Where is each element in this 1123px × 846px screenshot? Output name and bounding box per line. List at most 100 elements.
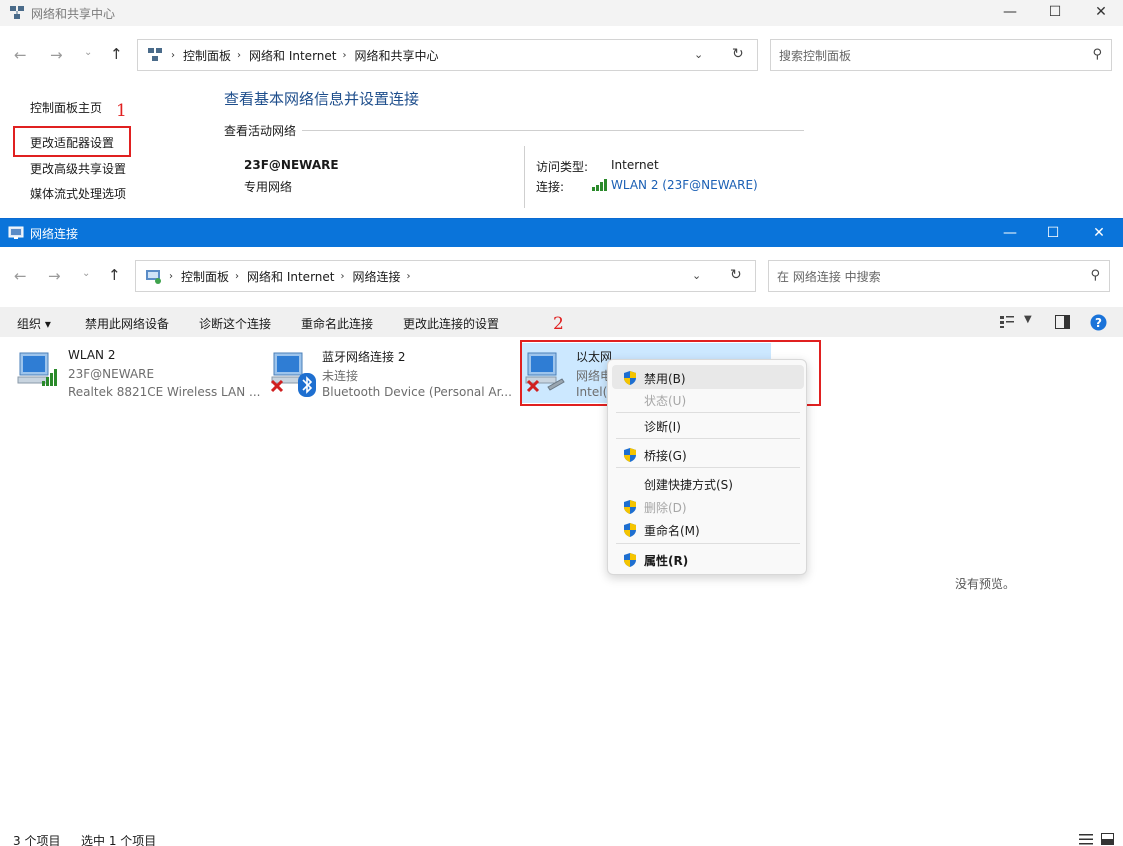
- connection-device: Realtek 8821CE Wireless LAN ...: [68, 385, 261, 399]
- minimize-button[interactable]: —: [987, 221, 1033, 245]
- breadcrumb-control-panel[interactable]: 控制面板: [183, 47, 231, 64]
- menu-separator: [616, 543, 800, 544]
- title-bar: 网络和共享中心 — ☐ ✕: [0, 0, 1123, 26]
- search-input[interactable]: 在 网络连接 中搜索 ⚲: [768, 260, 1110, 292]
- search-input[interactable]: 搜索控制面板 ⚲: [770, 39, 1112, 71]
- connection-name: WLAN 2: [68, 348, 116, 362]
- menu-separator: [616, 438, 800, 439]
- maximize-button[interactable]: ☐: [1032, 0, 1078, 24]
- connection-name: 蓝牙网络连接 2: [322, 350, 406, 364]
- svg-text:?: ?: [1095, 316, 1102, 330]
- connection-item-bluetooth[interactable]: 蓝牙网络连接 2 未连接 Bluetooth Device (Personal …: [268, 343, 518, 403]
- minimize-button[interactable]: —: [987, 0, 1033, 24]
- change-connection-settings-button[interactable]: 更改此连接的设置: [403, 315, 499, 332]
- close-button[interactable]: ✕: [1076, 221, 1122, 245]
- highlight-box-step-1: [13, 126, 131, 157]
- uac-shield-icon: [624, 523, 636, 537]
- breadcrumb-network-internet[interactable]: 网络和 Internet: [247, 268, 334, 285]
- back-arrow-icon[interactable]: ←: [14, 46, 27, 64]
- breadcrumb-network-internet[interactable]: 网络和 Internet: [249, 47, 336, 64]
- network-name: 23F@NEWARE: [244, 158, 339, 172]
- details-view-icon[interactable]: [1079, 834, 1093, 845]
- recent-locations-chevron-icon[interactable]: ⌄: [82, 268, 90, 279]
- menu-item-bridge[interactable]: 桥接(G): [612, 442, 804, 466]
- view-options-icon[interactable]: [1000, 316, 1014, 328]
- breadcrumb-separator: ›: [340, 270, 345, 282]
- address-bar[interactable]: › 控制面板 › 网络和 Internet › 网络和共享中心 ⌄ ↻: [137, 39, 758, 71]
- breadcrumb-control-panel[interactable]: 控制面板: [181, 268, 229, 285]
- forward-arrow-icon[interactable]: →: [48, 267, 61, 285]
- network-center-app-icon: [10, 6, 24, 19]
- refresh-icon[interactable]: ↻: [730, 267, 742, 283]
- diagnose-connection-button[interactable]: 诊断这个连接: [199, 315, 271, 332]
- title-bar: 网络连接 — ☐ ✕: [0, 219, 1123, 247]
- maximize-button[interactable]: ☐: [1030, 221, 1076, 245]
- menu-item-delete: 删除(D): [612, 494, 804, 518]
- no-preview-text: 没有预览。: [955, 577, 1016, 591]
- menu-item-label: 创建快捷方式(S): [644, 478, 733, 492]
- menu-item-label: 重命名(M): [644, 524, 700, 538]
- search-icon[interactable]: ⚲: [1092, 47, 1102, 62]
- preview-pane-icon[interactable]: [1055, 315, 1070, 329]
- control-panel-icon: [148, 48, 162, 61]
- breadcrumb-separator: ›: [406, 270, 411, 282]
- connection-link[interactable]: WLAN 2 (23F@NEWARE): [611, 178, 758, 192]
- menu-item-create-shortcut[interactable]: 创建快捷方式(S): [612, 471, 804, 495]
- back-arrow-icon[interactable]: ←: [14, 267, 27, 285]
- uac-shield-icon: [624, 553, 636, 567]
- network-connections-window: 网络连接 — ☐ ✕ ← → ⌄ ↑ › 控制面板 › 网络和 Internet…: [0, 218, 1123, 846]
- annotation-marker-1: 1: [116, 101, 127, 121]
- bluetooth-icon: [298, 373, 316, 397]
- sidebar-link-media-streaming[interactable]: 媒体流式处理选项: [30, 185, 126, 202]
- breadcrumb-separator: ›: [342, 49, 347, 61]
- breadcrumb-separator: ›: [237, 49, 242, 61]
- sidebar-link-advanced-sharing[interactable]: 更改高级共享设置: [30, 160, 126, 177]
- navigation-bar: ← → ⌄ ↑ › 控制面板 › 网络和 Internet › 网络和共享中心 …: [0, 34, 1123, 78]
- sidebar-link-control-panel-home[interactable]: 控制面板主页: [30, 99, 102, 116]
- address-dropdown-chevron-icon[interactable]: ⌄: [692, 269, 701, 282]
- annotation-marker-2: 2: [553, 314, 564, 334]
- view-options-chevron-icon[interactable]: ▼: [1024, 314, 1032, 325]
- window-title: 网络和共享中心: [31, 7, 116, 21]
- breadcrumb-separator: ›: [171, 49, 175, 61]
- up-arrow-icon[interactable]: ↑: [108, 266, 121, 284]
- menu-item-rename[interactable]: 重命名(M): [612, 517, 804, 541]
- disable-device-button[interactable]: 禁用此网络设备: [85, 315, 169, 332]
- menu-item-properties[interactable]: 属性(R): [612, 547, 804, 571]
- breadcrumb-network-connections[interactable]: 网络连接: [352, 268, 400, 285]
- uac-shield-icon: [624, 371, 636, 385]
- help-icon[interactable]: ?: [1090, 314, 1107, 331]
- wifi-signal-icon: [592, 179, 607, 191]
- active-networks-label: 查看活动网络: [224, 124, 297, 138]
- breadcrumb-sharing-center[interactable]: 网络和共享中心: [354, 47, 438, 64]
- section-divider: [302, 130, 804, 131]
- refresh-icon[interactable]: ↻: [732, 46, 744, 62]
- menu-item-label: 桥接(G): [644, 449, 687, 463]
- address-bar[interactable]: › 控制面板 › 网络和 Internet › 网络连接 › ⌄ ↻: [135, 260, 756, 292]
- menu-item-disable[interactable]: 禁用(B): [612, 365, 804, 389]
- uac-shield-icon: [624, 500, 636, 514]
- rename-connection-button[interactable]: 重命名此连接: [301, 315, 373, 332]
- close-button[interactable]: ✕: [1078, 0, 1123, 24]
- organize-menu-button[interactable]: 组织 ▾: [17, 315, 51, 332]
- status-item-count: 3 个项目: [13, 834, 61, 846]
- connection-status: 未连接: [322, 369, 359, 383]
- navigation-bar: ← → ⌄ ↑ › 控制面板 › 网络和 Internet › 网络连接 › ⌄…: [0, 255, 1123, 299]
- recent-locations-chevron-icon[interactable]: ⌄: [84, 47, 92, 58]
- network-sharing-center-window: 网络和共享中心 — ☐ ✕ ← → ⌄ ↑ › 控制面板 › 网络和 Inter…: [0, 0, 1123, 218]
- large-icons-view-icon[interactable]: [1101, 833, 1114, 845]
- address-dropdown-chevron-icon[interactable]: ⌄: [694, 48, 703, 61]
- menu-item-diagnose[interactable]: 诊断(I): [612, 413, 804, 437]
- uac-shield-icon: [624, 448, 636, 462]
- breadcrumb-separator: ›: [169, 270, 173, 282]
- up-arrow-icon[interactable]: ↑: [110, 45, 123, 63]
- access-type-value: Internet: [611, 158, 659, 172]
- search-icon[interactable]: ⚲: [1090, 268, 1100, 283]
- menu-item-label: 状态(U): [644, 394, 687, 408]
- connection-status: 23F@NEWARE: [68, 367, 155, 381]
- access-type-label: 访问类型:: [536, 160, 589, 174]
- connection-item-wlan[interactable]: WLAN 2 23F@NEWARE Realtek 8821CE Wireles…: [14, 343, 264, 403]
- forward-arrow-icon[interactable]: →: [50, 46, 63, 64]
- menu-item-status: 状态(U): [612, 387, 804, 411]
- disconnected-x-icon: [270, 379, 284, 393]
